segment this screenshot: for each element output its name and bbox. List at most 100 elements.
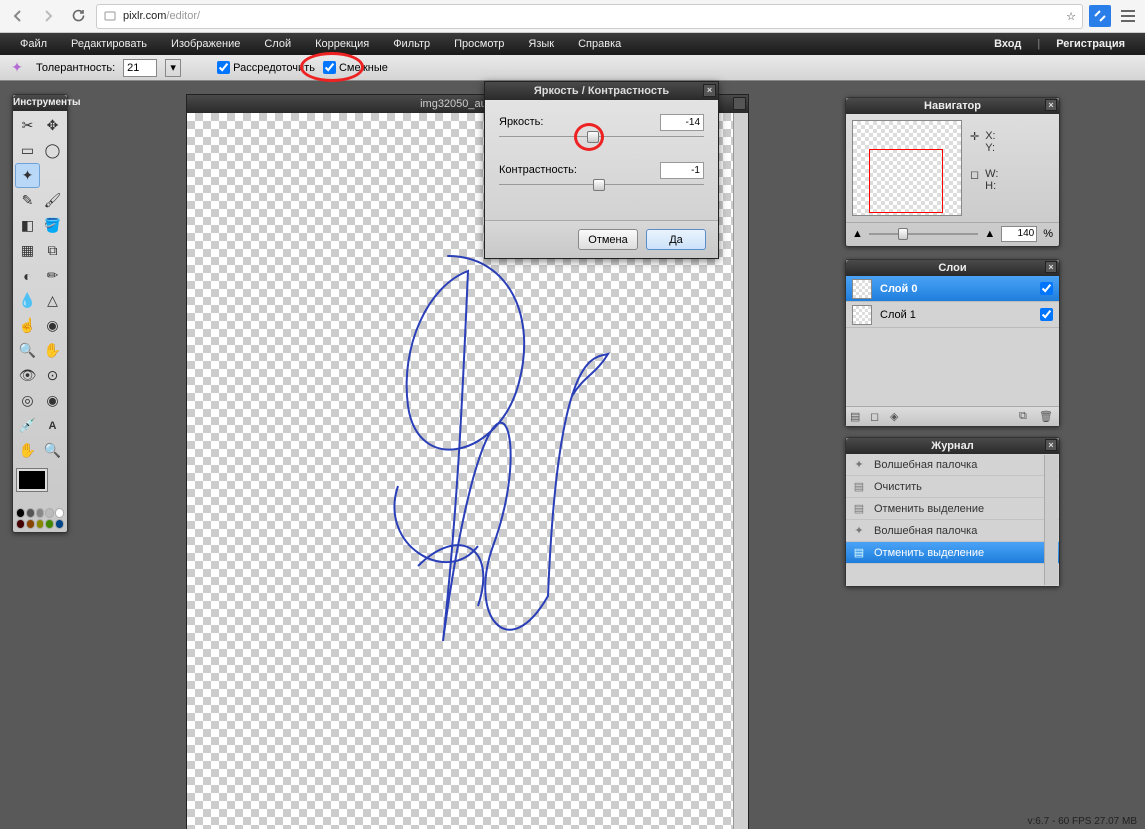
blur-tool[interactable]: 💧 bbox=[15, 288, 40, 313]
crosshair-icon: ✛ bbox=[970, 130, 979, 143]
bucket-tool[interactable]: 🪣 bbox=[40, 213, 65, 238]
address-bar[interactable]: pixlr.com/editor/ ☆ bbox=[96, 4, 1083, 29]
layers-title: Слои bbox=[938, 262, 966, 274]
close-icon[interactable] bbox=[733, 97, 746, 110]
zoom-slider[interactable] bbox=[869, 233, 978, 235]
tolerance-dropdown[interactable]: ▾ bbox=[165, 59, 181, 77]
reload-button[interactable] bbox=[66, 4, 90, 28]
login-link[interactable]: Вход bbox=[982, 33, 1033, 55]
gradient-tool[interactable]: ▦ bbox=[15, 238, 40, 263]
sharpen-tool[interactable]: △ bbox=[40, 288, 65, 313]
close-icon[interactable]: × bbox=[703, 84, 716, 97]
marquee-tool[interactable]: ▭ bbox=[15, 138, 40, 163]
history-item[interactable]: ▤Отменить выделение bbox=[846, 542, 1059, 564]
star-icon[interactable]: ☆ bbox=[1066, 10, 1076, 23]
register-link[interactable]: Регистрация bbox=[1044, 33, 1137, 55]
contrast-slider[interactable] bbox=[499, 184, 704, 198]
zoom-input[interactable] bbox=[1001, 226, 1037, 242]
url-domain: pixlr.com bbox=[123, 10, 166, 22]
clear-icon: ▤ bbox=[852, 480, 866, 493]
menu-layer[interactable]: Слой bbox=[252, 33, 303, 55]
sponge-tool[interactable]: ◉ bbox=[40, 313, 65, 338]
lasso-tool[interactable]: ◯ bbox=[40, 138, 65, 163]
color-swatch[interactable] bbox=[17, 469, 63, 503]
zoom-out-icon[interactable]: ▲ bbox=[852, 228, 863, 240]
ok-button[interactable]: Да bbox=[646, 229, 706, 250]
crop-tool[interactable]: ✂ bbox=[15, 113, 40, 138]
close-icon[interactable]: × bbox=[1045, 99, 1057, 111]
palette[interactable] bbox=[13, 505, 67, 532]
bloat-tool[interactable]: ◎ bbox=[15, 388, 40, 413]
contrast-label: Контрастность: bbox=[499, 164, 577, 176]
wand-tool[interactable]: ✦ bbox=[15, 163, 40, 188]
close-icon[interactable]: × bbox=[1045, 261, 1057, 273]
layer-row[interactable]: Слой 0 bbox=[846, 276, 1059, 302]
burn-tool[interactable]: ✋ bbox=[40, 338, 65, 363]
menu-icon[interactable] bbox=[1117, 5, 1139, 27]
history-item[interactable]: ✦Волшебная палочка bbox=[846, 520, 1059, 542]
history-item[interactable]: ✦Волшебная палочка bbox=[846, 454, 1059, 476]
navigator-thumbnail[interactable] bbox=[852, 120, 962, 216]
browser-toolbar: pixlr.com/editor/ ☆ bbox=[0, 0, 1145, 33]
duplicate-icon[interactable]: ⧉ bbox=[1019, 410, 1035, 424]
layer-row[interactable]: Слой 1 bbox=[846, 302, 1059, 328]
draw-tool[interactable]: ✏ bbox=[40, 263, 65, 288]
tolerance-input[interactable] bbox=[123, 59, 157, 77]
menu-image[interactable]: Изображение bbox=[159, 33, 252, 55]
history-scrollbar[interactable] bbox=[1044, 455, 1058, 585]
toolbox-panel: Инструменты ✂ ✥ ▭ ◯ ✦ ✎ 🖌 ◧ 🪣 ▦ ⧉ ◐ ✏ 💧 … bbox=[12, 94, 68, 533]
smudge-tool[interactable]: ☝ bbox=[15, 313, 40, 338]
clone-tool[interactable]: ⧉ bbox=[40, 238, 65, 263]
redeye-tool[interactable]: 👁 bbox=[15, 363, 40, 388]
brightness-input[interactable] bbox=[660, 114, 704, 131]
dodge-tool[interactable]: 🔍 bbox=[15, 338, 40, 363]
dialog-titlebar[interactable]: Яркость / Контрастность × bbox=[485, 82, 718, 100]
hand-tool[interactable]: ✋ bbox=[15, 438, 40, 463]
move-tool[interactable]: ✥ bbox=[40, 113, 65, 138]
pencil-tool[interactable]: ✎ bbox=[15, 188, 40, 213]
picker-tool[interactable]: 💉 bbox=[15, 413, 40, 438]
contrast-input[interactable] bbox=[660, 162, 704, 179]
dialog-title: Яркость / Контрастность bbox=[534, 85, 669, 97]
eraser-tool[interactable]: ◧ bbox=[15, 213, 40, 238]
menu-view[interactable]: Просмотр bbox=[442, 33, 516, 55]
replace-tool[interactable]: ◐ bbox=[15, 263, 40, 288]
deselect-icon: ▤ bbox=[852, 546, 866, 559]
layer-visibility-checkbox[interactable] bbox=[1040, 282, 1053, 295]
pinch-tool[interactable]: ◉ bbox=[40, 388, 65, 413]
new-layer-icon[interactable]: ▤ bbox=[850, 410, 866, 424]
forward-button[interactable] bbox=[36, 4, 60, 28]
fx-icon[interactable]: ◈ bbox=[890, 410, 906, 424]
fullscreen-icon[interactable] bbox=[1089, 5, 1111, 27]
layer-name: Слой 1 bbox=[880, 309, 916, 321]
menu-file[interactable]: Файл bbox=[8, 33, 59, 55]
type-tool[interactable]: A bbox=[40, 413, 65, 438]
history-item[interactable]: ▤Очистить bbox=[846, 476, 1059, 498]
cancel-button[interactable]: Отмена bbox=[578, 229, 638, 250]
menu-language[interactable]: Язык bbox=[516, 33, 566, 55]
scatter-checkbox[interactable]: Рассредоточить bbox=[217, 61, 315, 74]
brightness-slider[interactable] bbox=[499, 136, 704, 150]
mask-icon[interactable]: ◻ bbox=[870, 410, 886, 424]
layer-name: Слой 0 bbox=[880, 283, 917, 295]
history-item[interactable]: ▤Отменить выделение bbox=[846, 498, 1059, 520]
menu-filter[interactable]: Фильтр bbox=[381, 33, 442, 55]
trash-icon[interactable]: 🗑 bbox=[1039, 410, 1055, 424]
toolbox-title: Инструменты bbox=[13, 95, 67, 111]
menu-edit[interactable]: Редактировать bbox=[59, 33, 159, 55]
menu-help[interactable]: Справка bbox=[566, 33, 633, 55]
zoom-tool[interactable]: 🔍 bbox=[40, 438, 65, 463]
spot-tool[interactable]: ⊙ bbox=[40, 363, 65, 388]
layer-visibility-checkbox[interactable] bbox=[1040, 308, 1053, 321]
navigator-title: Навигатор bbox=[924, 100, 981, 112]
brightness-label: Яркость: bbox=[499, 116, 543, 128]
app-menubar: Файл Редактировать Изображение Слой Корр… bbox=[0, 33, 1145, 55]
zoom-in-icon[interactable]: ▲ bbox=[984, 228, 995, 240]
brush-tool[interactable]: 🖌 bbox=[40, 188, 65, 213]
workspace: Инструменты ✂ ✥ ▭ ◯ ✦ ✎ 🖌 ◧ 🪣 ▦ ⧉ ◐ ✏ 💧 … bbox=[0, 81, 1145, 829]
vertical-scrollbar[interactable] bbox=[733, 113, 748, 829]
menu-adjustment[interactable]: Коррекция bbox=[303, 33, 381, 55]
back-button[interactable] bbox=[6, 4, 30, 28]
contiguous-checkbox[interactable]: Смежные bbox=[323, 61, 388, 74]
close-icon[interactable]: × bbox=[1045, 439, 1057, 451]
